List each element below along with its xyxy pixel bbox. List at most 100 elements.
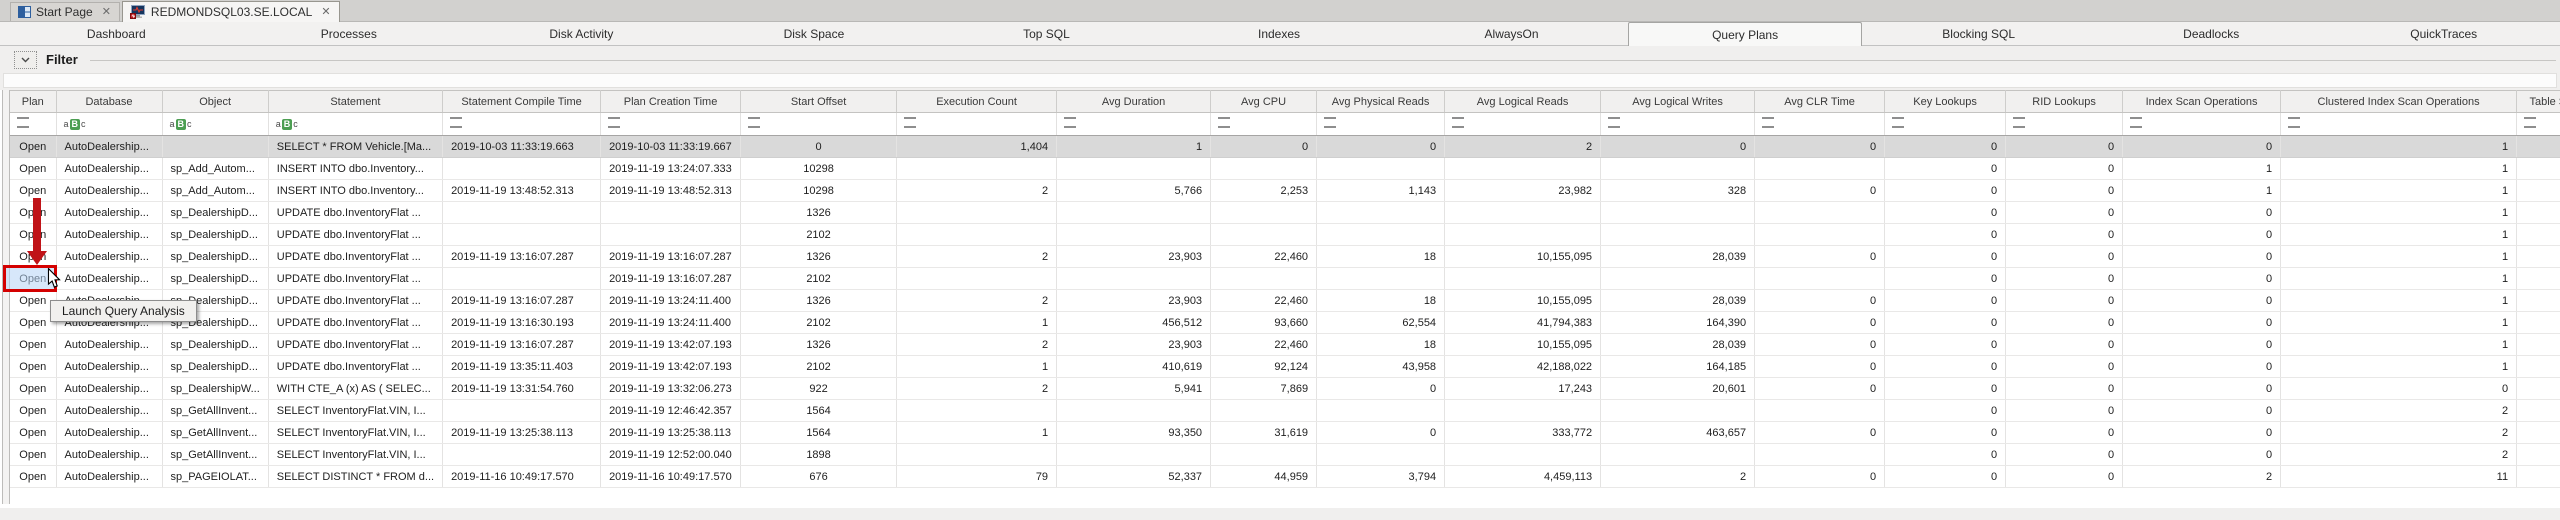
column-header-key-lookups[interactable]: Key Lookups [1884, 90, 2007, 113]
column-header-avg-logical-reads[interactable]: Avg Logical Reads [1444, 90, 1602, 113]
table-row[interactable]: OpenAutoDealership...sp_DealershipD...UP… [10, 355, 2560, 378]
column-header-statement-compile-time[interactable]: Statement Compile Time [442, 90, 602, 113]
cell-index-scan-operations: 0 [2122, 201, 2282, 224]
equals-filter-icon[interactable] [1892, 117, 1905, 128]
filter-cell-database[interactable]: aBc [56, 112, 163, 136]
column-header-table-sc[interactable]: Table Sc [2516, 90, 2560, 113]
column-header-avg-clr-time[interactable]: Avg CLR Time [1754, 90, 1886, 113]
filter-cell-avg-clr-time[interactable] [1754, 112, 1886, 136]
equals-filter-icon[interactable] [2013, 117, 2026, 128]
table-row[interactable]: Open AutoDealership... SELECT * FROM Vehic… [10, 135, 2560, 158]
column-header-avg-logical-writes[interactable]: Avg Logical Writes [1600, 90, 1756, 113]
column-header-index-scan-operations[interactable]: Index Scan Operations [2122, 90, 2282, 113]
open-plan-link[interactable]: Open [10, 399, 57, 422]
equals-filter-icon[interactable] [904, 117, 917, 128]
tab-processes[interactable]: Processes [233, 22, 466, 45]
table-row[interactable]: Open AutoDealership... sp_GetAllInvent... S… [10, 443, 2560, 466]
filter-cell-plan-creation-time[interactable] [600, 112, 742, 136]
open-plan-link[interactable]: Open [10, 443, 57, 466]
open-plan-link[interactable]: Open [10, 421, 57, 444]
equals-filter-icon[interactable] [2524, 117, 2537, 128]
close-icon[interactable]: ✕ [102, 6, 111, 18]
equals-filter-icon[interactable] [1608, 117, 1621, 128]
filter-cell-avg-physical-reads[interactable] [1316, 112, 1446, 136]
equals-filter-icon[interactable] [450, 117, 463, 128]
filter-cell-avg-logical-reads[interactable] [1444, 112, 1602, 136]
filter-cell-execution-count[interactable] [896, 112, 1058, 136]
tab-disk-activity[interactable]: Disk Activity [465, 22, 698, 45]
open-plan-link[interactable]: Open [10, 333, 57, 356]
document-tab-start-page[interactable]: Start Page ✕ [10, 2, 120, 21]
open-plan-link[interactable]: Open [10, 135, 57, 158]
filter-cell-clustered-index-scan-operations[interactable] [2280, 112, 2518, 136]
tab-top-sql[interactable]: Top SQL [930, 22, 1163, 45]
equals-filter-icon[interactable] [1064, 117, 1077, 128]
equals-filter-icon[interactable] [2130, 117, 2143, 128]
column-header-object[interactable]: Object [162, 90, 269, 113]
table-row[interactable]: Open AutoDealership... sp_PAGEIOLAT... SELE… [10, 465, 2560, 488]
cell-avg-clr-time: 0 [1754, 311, 1886, 334]
tab-alwayson[interactable]: AlwaysOn [1395, 22, 1628, 45]
table-row[interactable]: OpenAutoDealership...sp_DealershipD...UP… [10, 245, 2560, 268]
column-header-plan[interactable]: Plan [10, 90, 57, 113]
tab-blocking-sql[interactable]: Blocking SQL [1862, 22, 2095, 45]
table-row[interactable]: Open AutoDealership... sp_DealershipW... WI… [10, 377, 2560, 400]
table-row[interactable]: OpenAutoDealership...sp_DealershipD...UP… [10, 311, 2560, 334]
equals-filter-icon[interactable] [1762, 117, 1775, 128]
column-header-avg-physical-reads[interactable]: Avg Physical Reads [1316, 90, 1446, 113]
column-header-avg-duration[interactable]: Avg Duration [1056, 90, 1212, 113]
tab-query-plans[interactable]: Query Plans [1627, 22, 1863, 46]
tab-deadlocks[interactable]: Deadlocks [2095, 22, 2328, 45]
table-row[interactable]: OpenAutoDealership...sp_DealershipD...UP… [10, 223, 2560, 246]
open-plan-link[interactable]: Open [10, 377, 57, 400]
equals-filter-icon[interactable] [748, 117, 761, 128]
filter-cell-key-lookups[interactable] [1884, 112, 2007, 136]
table-row[interactable]: OpenAutoDealership...sp_DealershipD...UP… [10, 289, 2560, 312]
tab-disk-space[interactable]: Disk Space [698, 22, 931, 45]
table-row[interactable]: Open AutoDealership... sp_GetAllInvent... S… [10, 399, 2560, 422]
column-header-statement[interactable]: Statement [268, 90, 444, 113]
filter-cell-object[interactable]: aBc [162, 112, 269, 136]
filter-cell-plan[interactable] [10, 112, 57, 136]
filter-cell-avg-logical-writes[interactable] [1600, 112, 1756, 136]
table-row[interactable]: OpenAutoDealership...sp_DealershipD...UP… [10, 267, 2560, 290]
abc-filter-icon[interactable]: aBc [64, 119, 86, 130]
column-header-database[interactable]: Database [56, 90, 163, 113]
filter-cell-table-sc[interactable] [2516, 112, 2560, 136]
column-header-plan-creation-time[interactable]: Plan Creation Time [600, 90, 742, 113]
filter-cell-index-scan-operations[interactable] [2122, 112, 2282, 136]
filter-cell-avg-duration[interactable] [1056, 112, 1212, 136]
table-row[interactable]: OpenAutoDealership...sp_DealershipD...UP… [10, 333, 2560, 356]
equals-filter-icon[interactable] [1218, 117, 1231, 128]
filter-cell-start-offset[interactable] [740, 112, 898, 136]
document-tab-redmondsql03-se-local[interactable]: REDMONDSQL03.SE.LOCAL ✕ [121, 1, 340, 22]
filter-cell-rid-lookups[interactable] [2005, 112, 2124, 136]
abc-filter-icon[interactable]: aBc [170, 119, 192, 130]
close-icon[interactable]: ✕ [321, 6, 330, 18]
filter-collapse-button[interactable] [14, 50, 37, 69]
column-header-clustered-index-scan-operations[interactable]: Clustered Index Scan Operations [2280, 90, 2518, 113]
column-header-rid-lookups[interactable]: RID Lookups [2005, 90, 2124, 113]
tab-quicktraces[interactable]: QuickTraces [2327, 22, 2560, 45]
abc-filter-icon[interactable]: aBc [276, 119, 298, 130]
table-row[interactable]: Open AutoDealership... sp_Add_Autom... INSE… [10, 157, 2560, 180]
equals-filter-icon[interactable] [1452, 117, 1465, 128]
equals-filter-icon[interactable] [17, 117, 29, 128]
tab-dashboard[interactable]: Dashboard [0, 22, 233, 45]
filter-cell-statement[interactable]: aBc [268, 112, 444, 136]
column-header-start-offset[interactable]: Start Offset [740, 90, 898, 113]
filter-cell-avg-cpu[interactable] [1210, 112, 1318, 136]
tab-indexes[interactable]: Indexes [1163, 22, 1396, 45]
table-row[interactable]: OpenAutoDealership...sp_DealershipD...UP… [10, 201, 2560, 224]
table-row[interactable]: Open AutoDealership... sp_GetAllInvent... S… [10, 421, 2560, 444]
column-header-execution-count[interactable]: Execution Count [896, 90, 1058, 113]
open-plan-link[interactable]: Open [10, 157, 57, 180]
column-header-avg-cpu[interactable]: Avg CPU [1210, 90, 1318, 113]
open-plan-link[interactable]: Open [10, 355, 57, 378]
equals-filter-icon[interactable] [2288, 117, 2301, 128]
equals-filter-icon[interactable] [1324, 117, 1337, 128]
open-plan-link[interactable]: Open [10, 465, 57, 488]
equals-filter-icon[interactable] [608, 117, 621, 128]
table-row[interactable]: Open AutoDealership... sp_Add_Autom... INSE… [10, 179, 2560, 202]
filter-cell-statement-compile-time[interactable] [442, 112, 602, 136]
